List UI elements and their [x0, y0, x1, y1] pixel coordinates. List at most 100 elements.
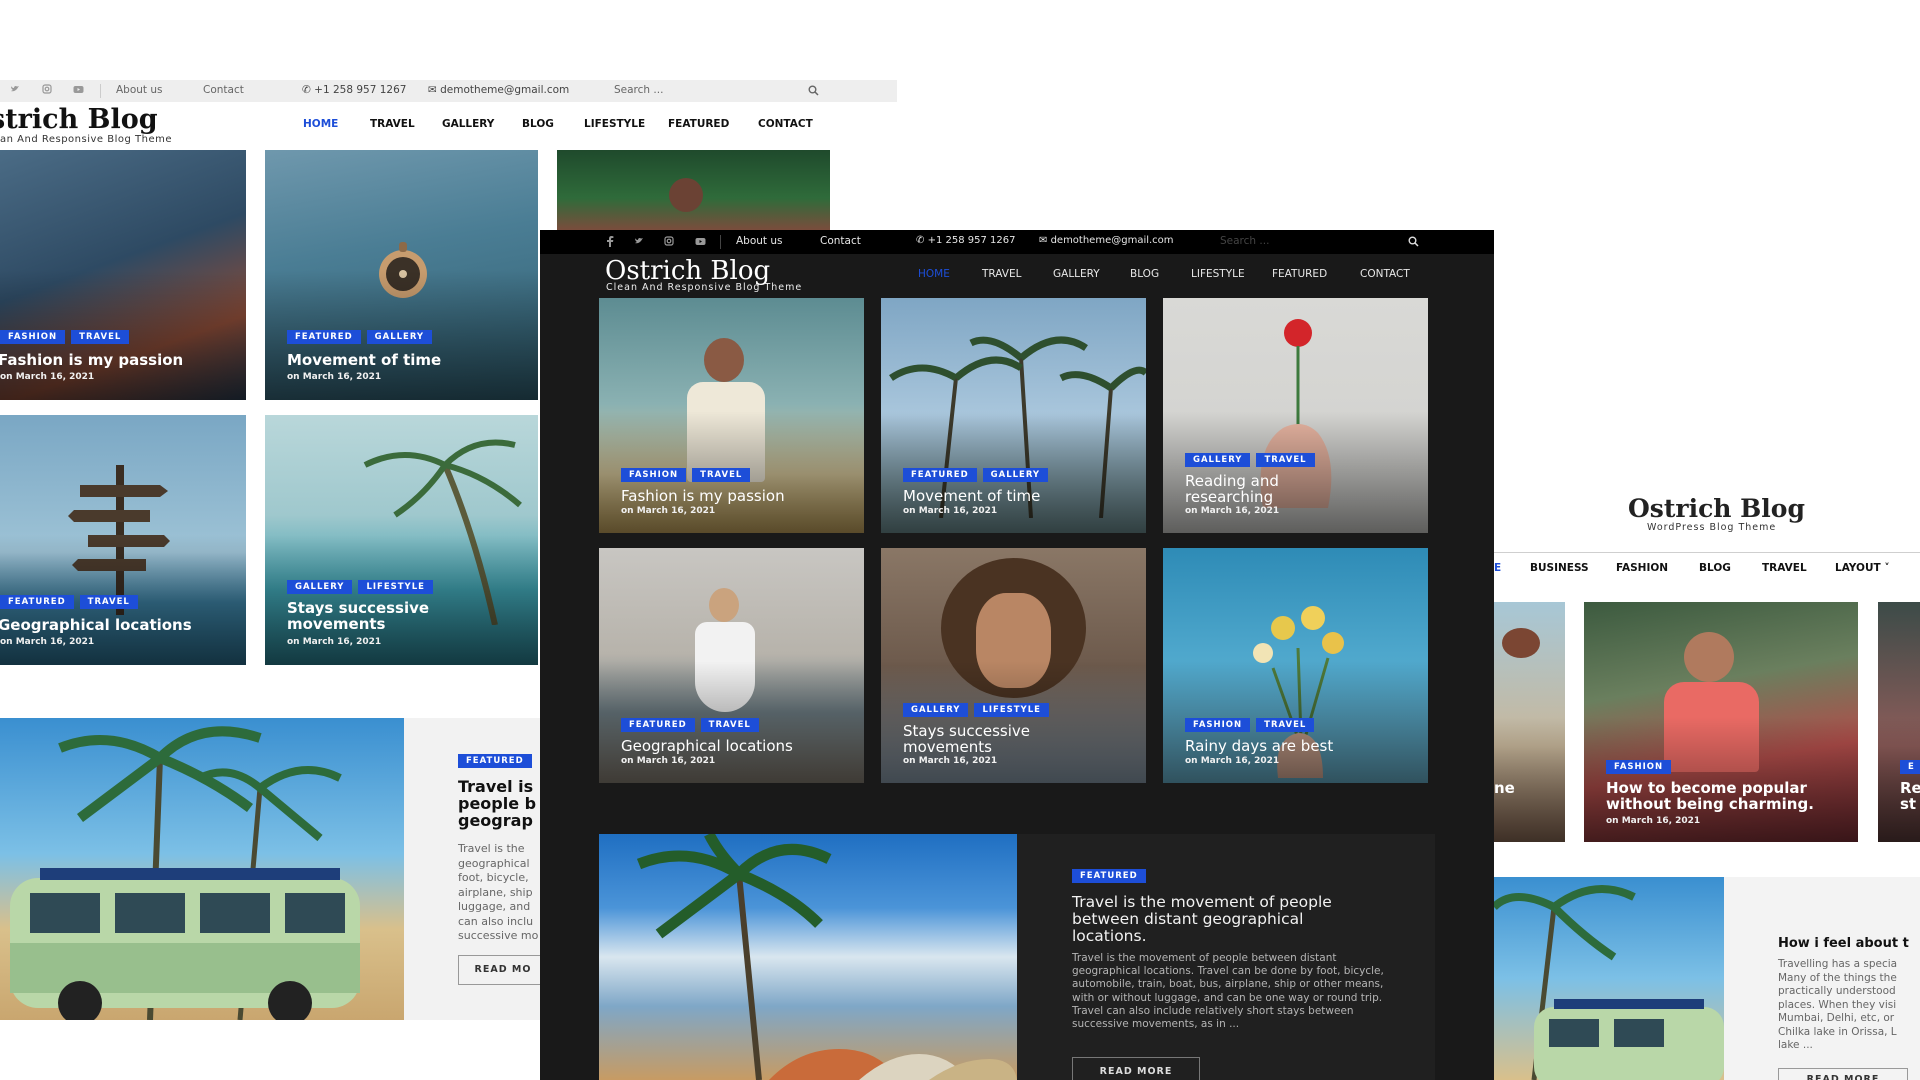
instagram-icon[interactable] — [664, 236, 674, 246]
post-title[interactable]: ne — [1494, 780, 1515, 796]
post-tag[interactable]: FASHION — [0, 330, 66, 344]
nav-home[interactable]: HOME — [918, 268, 950, 280]
post-tag[interactable]: TRAVEL — [1256, 718, 1315, 732]
post-title[interactable]: Geographical locations — [0, 617, 192, 633]
post-title[interactable]: Fashion is my passion — [621, 488, 785, 504]
post-title[interactable]: Reading and researching — [1185, 473, 1335, 505]
post-tag[interactable]: TRAVEL — [700, 718, 759, 732]
divider — [720, 235, 721, 249]
about-link[interactable]: About us — [736, 235, 783, 247]
read-more-button[interactable]: READ MORE — [1072, 1057, 1200, 1080]
nav-gallery[interactable]: GALLERY — [1053, 268, 1100, 280]
nav-travel[interactable]: TRAVEL — [982, 268, 1021, 280]
post-tag[interactable]: FEATURED — [903, 468, 977, 482]
nav-contact[interactable]: CONTACT — [1360, 268, 1410, 280]
nav-blog[interactable]: BLOG — [1130, 268, 1159, 280]
search-input[interactable]: Search ... — [1220, 235, 1269, 247]
post-card[interactable]: FASHION TRAVEL Fashion is my passion on … — [0, 150, 246, 400]
post-title[interactable]: How i feel about t — [1778, 936, 1909, 951]
post-card[interactable]: FEATURED TRAVEL Geographical locations o… — [599, 548, 864, 783]
nav-lifestyle[interactable]: LIFESTYLE — [1191, 268, 1245, 280]
nav-blog[interactable]: BLOG — [522, 118, 554, 130]
post-card[interactable]: FASHION TRAVEL Rainy days are best on Ma… — [1163, 548, 1428, 783]
post-tag[interactable]: TRAVEL — [692, 468, 751, 482]
post-title[interactable]: Rainy days are best — [1185, 738, 1333, 754]
read-more-button[interactable]: READ MORE — [1778, 1068, 1908, 1080]
post-title[interactable]: Re st — [1900, 780, 1920, 812]
post-tag[interactable]: GALLERY — [1185, 453, 1251, 467]
site-logo-text[interactable]: strich Blog — [0, 104, 158, 135]
nav-blog[interactable]: BLOG — [1699, 562, 1731, 574]
twitter-icon[interactable] — [10, 84, 20, 94]
post-card[interactable]: GALLERY LIFESTYLE Stays successive movem… — [881, 548, 1146, 783]
featured-tag[interactable]: FEATURED — [458, 754, 532, 768]
post-title[interactable]: Geographical locations — [621, 738, 793, 754]
post-tag[interactable]: FASHION — [621, 468, 687, 482]
twitter-icon[interactable] — [634, 236, 644, 246]
post-title[interactable]: Fashion is my passion — [0, 352, 183, 368]
post-tag[interactable]: E — [1900, 760, 1920, 774]
youtube-icon[interactable] — [73, 84, 84, 94]
nav-travel[interactable]: TRAVEL — [1762, 562, 1807, 574]
nav-featured[interactable]: FEATURED — [1272, 268, 1327, 280]
post-title[interactable]: How to become popular without being char… — [1606, 780, 1846, 812]
post-tag[interactable]: FEATURED — [0, 595, 74, 609]
nav-lifestyle[interactable]: LIFESTYLE — [584, 118, 645, 130]
post-card[interactable] — [557, 150, 830, 230]
post-title[interactable]: Movement of time — [287, 352, 441, 368]
read-more-button[interactable]: READ MO — [458, 955, 548, 985]
nav-featured[interactable]: FEATURED — [668, 118, 729, 130]
post-card[interactable]: FASHION TRAVEL Fashion is my passion on … — [599, 298, 864, 533]
post-card[interactable]: GALLERY LIFESTYLE Stays successive movem… — [265, 415, 538, 665]
search-icon[interactable] — [808, 85, 819, 96]
search-icon[interactable] — [1408, 236, 1419, 247]
nav-home[interactable]: HOME — [303, 118, 338, 130]
nav-gallery[interactable]: GALLERY — [442, 118, 494, 130]
post-tag[interactable]: LIFESTYLE — [974, 703, 1049, 717]
post-tag[interactable]: LIFESTYLE — [358, 580, 433, 594]
youtube-icon[interactable] — [695, 236, 706, 246]
post-card[interactable]: GALLERY TRAVEL Reading and researching o… — [1163, 298, 1428, 533]
featured-title[interactable]: Travel is the movement of people between… — [1072, 894, 1332, 945]
contact-link[interactable]: Contact — [203, 84, 244, 96]
post-image[interactable] — [1494, 877, 1724, 1080]
post-card[interactable]: FEATURED TRAVEL Geographical locations o… — [0, 415, 246, 665]
post-tag[interactable]: FEATURED — [621, 718, 695, 732]
featured-title[interactable]: Travel is people b geograp — [458, 778, 536, 829]
contact-link[interactable]: Contact — [820, 235, 861, 247]
post-tag[interactable]: GALLERY — [903, 703, 969, 717]
post-tag[interactable]: GALLERY — [366, 330, 433, 344]
post-tag[interactable]: TRAVEL — [71, 330, 130, 344]
facebook-icon[interactable] — [606, 236, 614, 247]
nav-fashion[interactable]: FASHION — [1616, 562, 1668, 574]
post-card[interactable]: E Re st — [1878, 602, 1920, 842]
featured-image[interactable] — [599, 834, 1017, 1080]
post-tag[interactable]: TRAVEL — [79, 595, 138, 609]
post-tag[interactable]: TRAVEL — [1256, 453, 1315, 467]
nav-layout[interactable]: LAYOUT ˅ — [1835, 562, 1890, 574]
post-card[interactable]: ne — [1494, 602, 1565, 842]
post-title[interactable]: Movement of time — [903, 488, 1040, 504]
post-card[interactable]: FASHION How to become popular without be… — [1584, 602, 1858, 842]
instagram-icon[interactable] — [42, 84, 52, 94]
search-input[interactable]: Search ... — [614, 84, 663, 96]
nav-travel[interactable]: TRAVEL — [370, 118, 415, 130]
post-tags: FEATURED GALLERY — [903, 468, 1049, 482]
nav-contact[interactable]: CONTACT — [758, 118, 813, 130]
post-title[interactable]: Stays successive movements — [287, 600, 477, 632]
nav-home-partial[interactable]: E — [1494, 562, 1501, 574]
featured-image[interactable] — [0, 718, 404, 1020]
post-tag[interactable]: FASHION — [1606, 760, 1672, 774]
site-logo-text[interactable]: Ostrich Blog — [1628, 494, 1805, 523]
post-date: on March 16, 2021 — [903, 506, 998, 516]
post-tag[interactable]: FEATURED — [287, 330, 361, 344]
post-tag[interactable]: FASHION — [1185, 718, 1251, 732]
post-tag[interactable]: GALLERY — [287, 580, 353, 594]
post-tag[interactable]: GALLERY — [982, 468, 1049, 482]
post-card[interactable]: FEATURED GALLERY Movement of time on Mar… — [881, 298, 1146, 533]
post-card[interactable]: FEATURED GALLERY Movement of time on Mar… — [265, 150, 538, 400]
featured-tag[interactable]: FEATURED — [1072, 869, 1146, 883]
about-link[interactable]: About us — [116, 84, 163, 96]
nav-business[interactable]: BUSINESS — [1530, 562, 1589, 574]
post-title[interactable]: Stays successive movements — [903, 723, 1073, 755]
